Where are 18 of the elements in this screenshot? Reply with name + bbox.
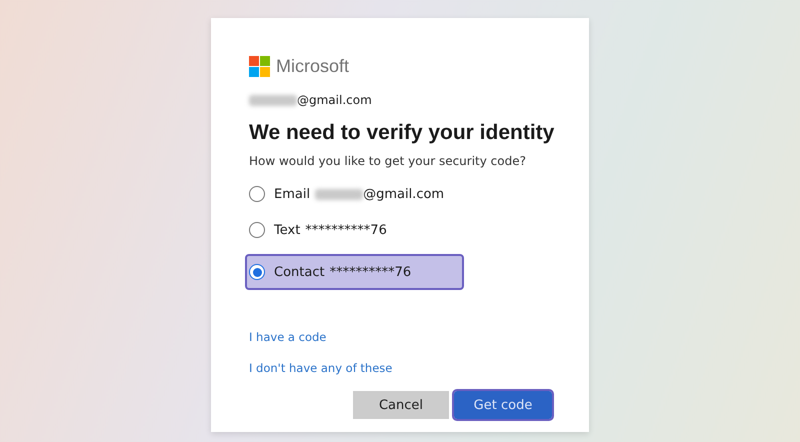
prompt-text: How would you like to get your security code? (249, 154, 527, 168)
option-detail: **********76 (305, 222, 387, 238)
option-label: Contact (274, 264, 325, 280)
cancel-button[interactable]: Cancel (353, 391, 449, 419)
account-email: @gmail.com (297, 93, 372, 107)
option-label: Text (274, 222, 300, 238)
option-detail: **********76 (330, 264, 412, 280)
link[interactable]: I don't have any of these (249, 361, 392, 375)
logo-icon (249, 56, 270, 77)
radio-button[interactable] (249, 222, 265, 238)
option-detail: @gmail.com (363, 186, 444, 202)
option-label: Email (274, 186, 310, 202)
brand-name: Microsoft (276, 56, 350, 77)
get-code-button[interactable]: Get code (454, 391, 552, 419)
highlighted-option[interactable]: Contact **********76 (245, 254, 464, 290)
radio-button[interactable] (249, 264, 265, 280)
radio-button[interactable] (249, 186, 265, 202)
link[interactable]: I have a code (249, 330, 326, 344)
